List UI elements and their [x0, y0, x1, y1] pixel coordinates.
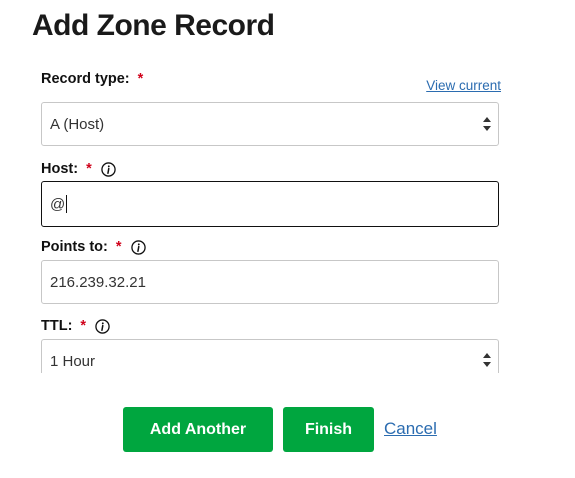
ttl-value: 1 Hour: [50, 353, 96, 370]
required-marker: *: [115, 239, 122, 255]
host-input[interactable]: @: [41, 181, 499, 227]
points-to-label: Points to:: [41, 239, 108, 255]
info-icon[interactable]: [130, 239, 146, 255]
ttl-label: TTL:: [41, 318, 73, 334]
points-to-value: 216.239.32.21: [50, 273, 146, 291]
add-another-button[interactable]: Add Another: [123, 407, 273, 452]
host-label-group: Host: *: [41, 160, 116, 178]
cancel-link[interactable]: Cancel: [384, 419, 437, 439]
record-type-value: A (Host): [50, 115, 105, 133]
required-marker: *: [86, 161, 92, 177]
info-icon[interactable]: [101, 161, 116, 177]
ttl-label-group: TTL: *: [41, 317, 110, 335]
host-value: @: [50, 195, 66, 213]
view-current-link[interactable]: View current: [426, 78, 501, 93]
record-type-label: Record type:: [41, 71, 130, 87]
required-marker: *: [80, 318, 87, 334]
select-arrows-icon: [483, 117, 491, 131]
points-to-input[interactable]: 216.239.32.21: [41, 260, 499, 304]
points-to-label-group: Points to: *: [41, 238, 146, 256]
record-type-select[interactable]: A (Host): [41, 102, 499, 146]
info-icon[interactable]: [95, 318, 110, 334]
record-type-label-group: Record type: *: [41, 70, 143, 88]
host-label: Host:: [41, 161, 79, 177]
ttl-select[interactable]: 1 Hour: [41, 339, 499, 373]
text-cursor: [66, 195, 68, 213]
page-title: Add Zone Record: [32, 9, 275, 42]
select-arrows-icon: [483, 353, 491, 367]
finish-button[interactable]: Finish: [283, 407, 374, 452]
required-marker: *: [137, 71, 144, 87]
